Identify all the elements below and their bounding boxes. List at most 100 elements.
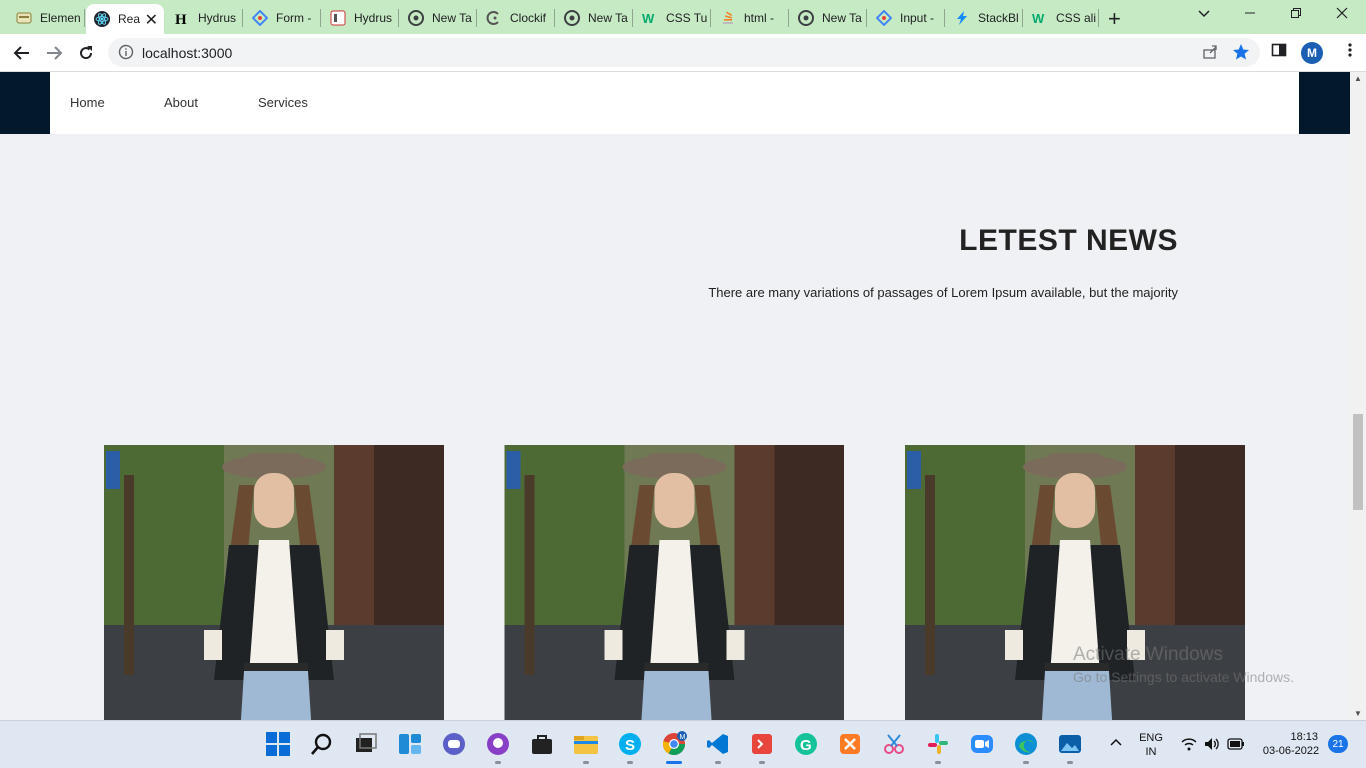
tab-css-align[interactable]: W CSS ali (1024, 4, 1098, 32)
tab-title: New Ta (432, 11, 472, 25)
tab-title: New Ta (588, 11, 628, 25)
tab-stackblitz[interactable]: StackBl (946, 4, 1022, 32)
clock-date: 03-06-2022 (1262, 745, 1320, 757)
tab-elementor[interactable]: Elemen (8, 4, 86, 32)
tab-separator (866, 9, 867, 27)
tab-hydrus[interactable]: H Hydrus (166, 4, 242, 32)
new-tab-button[interactable]: + (1108, 6, 1121, 32)
tab-stackoverflow[interactable]: html - (712, 4, 788, 32)
tab-new-tab-2[interactable]: New Ta (556, 4, 632, 32)
nav-link-services[interactable]: Services (258, 95, 308, 110)
language-code: ENG (1139, 732, 1163, 744)
volume-icon[interactable] (1204, 737, 1220, 755)
xampp-icon[interactable] (837, 731, 863, 757)
clock[interactable]: 18:13 03-06-2022 (1256, 730, 1326, 758)
running-indicator (715, 761, 721, 764)
menu-kebab-icon[interactable] (1347, 42, 1353, 63)
grammarly-icon[interactable]: G (793, 731, 819, 757)
section-title: LETEST NEWS (959, 224, 1178, 257)
minimize-icon[interactable] (1244, 6, 1256, 22)
windows-taskbar: S M G ENG IN 18:13 03-06-2022 21 (0, 720, 1366, 768)
tab-title: CSS Tu (666, 11, 708, 25)
scroll-up-arrow-icon[interactable]: ▲ (1354, 74, 1362, 83)
tab-separator (84, 9, 85, 27)
tab-input[interactable]: Input - (868, 4, 944, 32)
widgets-icon[interactable] (397, 731, 423, 757)
region-code: IN (1145, 746, 1157, 758)
page-scrollbar[interactable]: ▲ ▼ (1350, 72, 1366, 720)
share-icon[interactable] (1202, 44, 1218, 65)
windows-start-icon[interactable] (265, 731, 291, 757)
svg-text:W: W (642, 11, 655, 25)
language-indicator[interactable]: ENG IN (1137, 731, 1165, 759)
vscode-icon[interactable] (705, 731, 731, 757)
scroll-down-arrow-icon[interactable]: ▼ (1354, 709, 1362, 718)
task-view-icon[interactable] (353, 731, 379, 757)
edge-icon[interactable] (1013, 731, 1039, 757)
chrome-icon (408, 10, 424, 26)
nav-link-about[interactable]: About (164, 95, 198, 110)
git-icon[interactable] (749, 731, 775, 757)
skype-icon[interactable]: S (617, 731, 643, 757)
snipping-tool-icon[interactable] (881, 731, 907, 757)
tab-react-active[interactable]: Rea ✕ (86, 4, 164, 34)
running-indicator-active (666, 761, 682, 764)
tab-search-chevron-icon[interactable] (1198, 6, 1210, 22)
elementor-icon (16, 10, 32, 26)
site-info-icon[interactable] (118, 44, 134, 65)
wifi-icon[interactable] (1181, 737, 1197, 755)
github-desktop-icon[interactable] (485, 731, 511, 757)
maximize-icon[interactable] (1290, 6, 1302, 22)
svg-text:W: W (1032, 11, 1045, 25)
profile-avatar[interactable]: M (1301, 42, 1323, 64)
tab-hydrus-2[interactable]: Hydrus (322, 4, 398, 32)
tab-separator (632, 9, 633, 27)
hydrus-icon: H (174, 10, 190, 26)
file-explorer-icon[interactable] (573, 731, 599, 757)
tab-separator (788, 9, 789, 27)
tab-separator (476, 9, 477, 27)
tab-form[interactable]: Form - (244, 4, 320, 32)
search-icon[interactable] (309, 731, 335, 757)
tab-css-tutorial[interactable]: W CSS Tu (634, 4, 710, 32)
address-bar[interactable]: localhost:3000 (108, 38, 1260, 67)
back-arrow-icon[interactable] (11, 42, 33, 64)
scrollbar-thumb[interactable] (1353, 414, 1363, 510)
notification-count-badge[interactable]: 21 (1328, 735, 1348, 753)
running-indicator (495, 761, 501, 764)
page-viewport: Home About Services LETEST NEWS There ar… (0, 72, 1350, 720)
window-close-icon[interactable] (1336, 6, 1348, 22)
svg-text:G: G (800, 737, 812, 754)
chrome-icon[interactable]: M (661, 731, 687, 757)
forward-arrow-icon[interactable] (43, 42, 65, 64)
side-panel-icon[interactable] (1271, 42, 1287, 63)
tab-title: Form - (276, 11, 312, 25)
url-text[interactable]: localhost:3000 (142, 45, 232, 61)
tab-separator (398, 9, 399, 27)
woman-in-hat-photo (104, 445, 444, 720)
show-hidden-icons-chevron-icon[interactable] (1110, 736, 1122, 750)
news-card-image[interactable] (504, 445, 844, 720)
tab-new-tab[interactable]: New Ta (400, 4, 476, 32)
tab-clockify[interactable]: Clockif (478, 4, 554, 32)
slack-icon[interactable] (925, 731, 951, 757)
running-indicator (1023, 761, 1029, 764)
news-card-image[interactable] (104, 445, 444, 720)
zoom-icon[interactable] (969, 731, 995, 757)
browser-toolbar: localhost:3000 M (0, 34, 1366, 72)
photos-icon[interactable] (1057, 731, 1083, 757)
svg-text:S: S (625, 737, 635, 754)
store-icon[interactable] (529, 731, 555, 757)
tab-new-tab-3[interactable]: New Ta (790, 4, 866, 32)
chrome-icon (798, 10, 814, 26)
clock-time: 18:13 (1290, 731, 1318, 743)
clockify-icon (486, 10, 502, 26)
nav-link-home[interactable]: Home (70, 95, 105, 110)
bookmark-star-icon[interactable] (1232, 43, 1250, 66)
close-icon[interactable]: ✕ (145, 10, 158, 30)
section-subtitle: There are many variations of passages of… (708, 285, 1178, 300)
reload-icon[interactable] (75, 42, 97, 64)
woman-in-hat-photo (504, 445, 844, 720)
battery-icon[interactable] (1227, 738, 1245, 754)
teams-chat-icon[interactable] (441, 731, 467, 757)
